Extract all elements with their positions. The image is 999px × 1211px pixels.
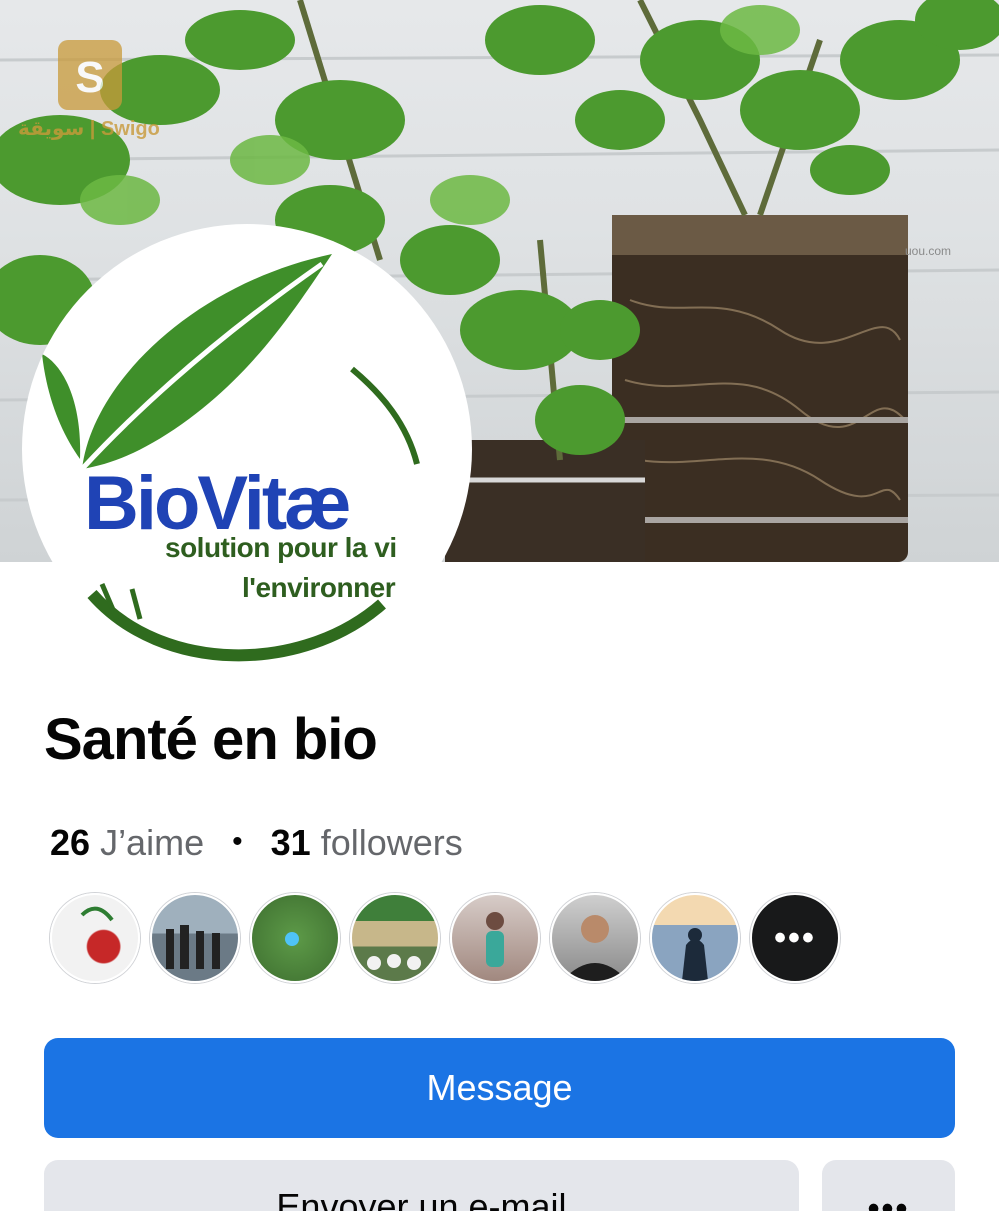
follower-avatar[interactable]: [250, 893, 340, 983]
svg-text:S: S: [75, 53, 104, 102]
follower-avatar[interactable]: [50, 893, 140, 983]
field-photo-icon: [285, 932, 299, 946]
follower-avatar[interactable]: [450, 893, 540, 983]
biovitae-logo-graphic: [42, 254, 420, 662]
follower-avatar[interactable]: [150, 893, 240, 983]
likes-count: 26: [50, 822, 91, 863]
follower-avatar[interactable]: [550, 893, 640, 983]
man-photo-icon: [562, 915, 628, 981]
crowd-photo-icon: [367, 954, 421, 970]
more-dots-icon: •••: [774, 918, 816, 957]
page-stats: 26 J’aime • 31 followers: [50, 822, 463, 864]
follower-avatar[interactable]: [650, 893, 740, 983]
group-photo-icon: [166, 925, 220, 969]
more-dots-icon: •••: [867, 1190, 910, 1211]
profile-page: S سويقة | Swigo uou.com BioVitæ solution…: [0, 0, 999, 1211]
followers-label[interactable]: followers: [321, 822, 463, 863]
child-photo-icon: [486, 912, 504, 967]
cover-site-text: uou.com: [905, 244, 952, 258]
more-options-button[interactable]: •••: [822, 1160, 955, 1211]
rose-icon: [80, 906, 114, 922]
send-email-button-label: Envoyer un e-mail: [276, 1186, 567, 1211]
watermark-text: سويقة | Swigo: [18, 118, 160, 140]
message-button-label: Message: [426, 1067, 573, 1108]
profile-picture[interactable]: BioVitæ solution pour la vi l'environner: [22, 224, 472, 674]
send-email-button[interactable]: Envoyer un e-mail: [44, 1160, 799, 1211]
logo-tagline: solution pour la vi: [165, 532, 397, 563]
logo-tagline-2: l'environner: [242, 572, 396, 603]
more-followers-button[interactable]: •••: [750, 893, 840, 983]
followers-count: 31: [270, 822, 311, 863]
message-button[interactable]: Message: [44, 1038, 955, 1138]
separator-dot: •: [232, 825, 243, 858]
page-title: Santé en bio: [44, 707, 378, 772]
sunset-photo-icon: [682, 928, 708, 981]
follower-avatar[interactable]: [350, 893, 440, 983]
likes-label[interactable]: J’aime: [100, 822, 204, 863]
